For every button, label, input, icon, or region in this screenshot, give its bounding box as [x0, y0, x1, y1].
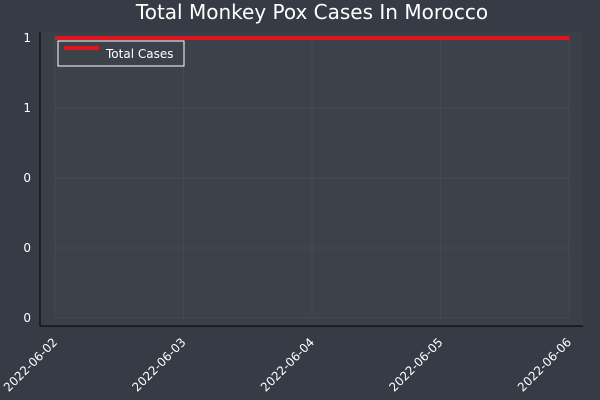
chart-title: Total Monkey Pox Cases In Morocco [135, 0, 488, 24]
legend-label-total-cases: Total Cases [105, 47, 173, 61]
legend: Total Cases [57, 40, 185, 67]
y-tick-label: 0 [23, 171, 31, 185]
chart-container: 0 0 0 1 1 2022-06-02 2022-06-03 2022-06-04 2022-… [0, 0, 600, 400]
y-tick-label: 1 [23, 31, 31, 45]
y-tick-label: 1 [23, 101, 31, 115]
y-tick-label: 0 [23, 311, 31, 325]
y-tick-label: 0 [23, 241, 31, 255]
line-chart: 000112022-06-02 2022-06-03 2022-06-04 2022-… [0, 0, 600, 400]
